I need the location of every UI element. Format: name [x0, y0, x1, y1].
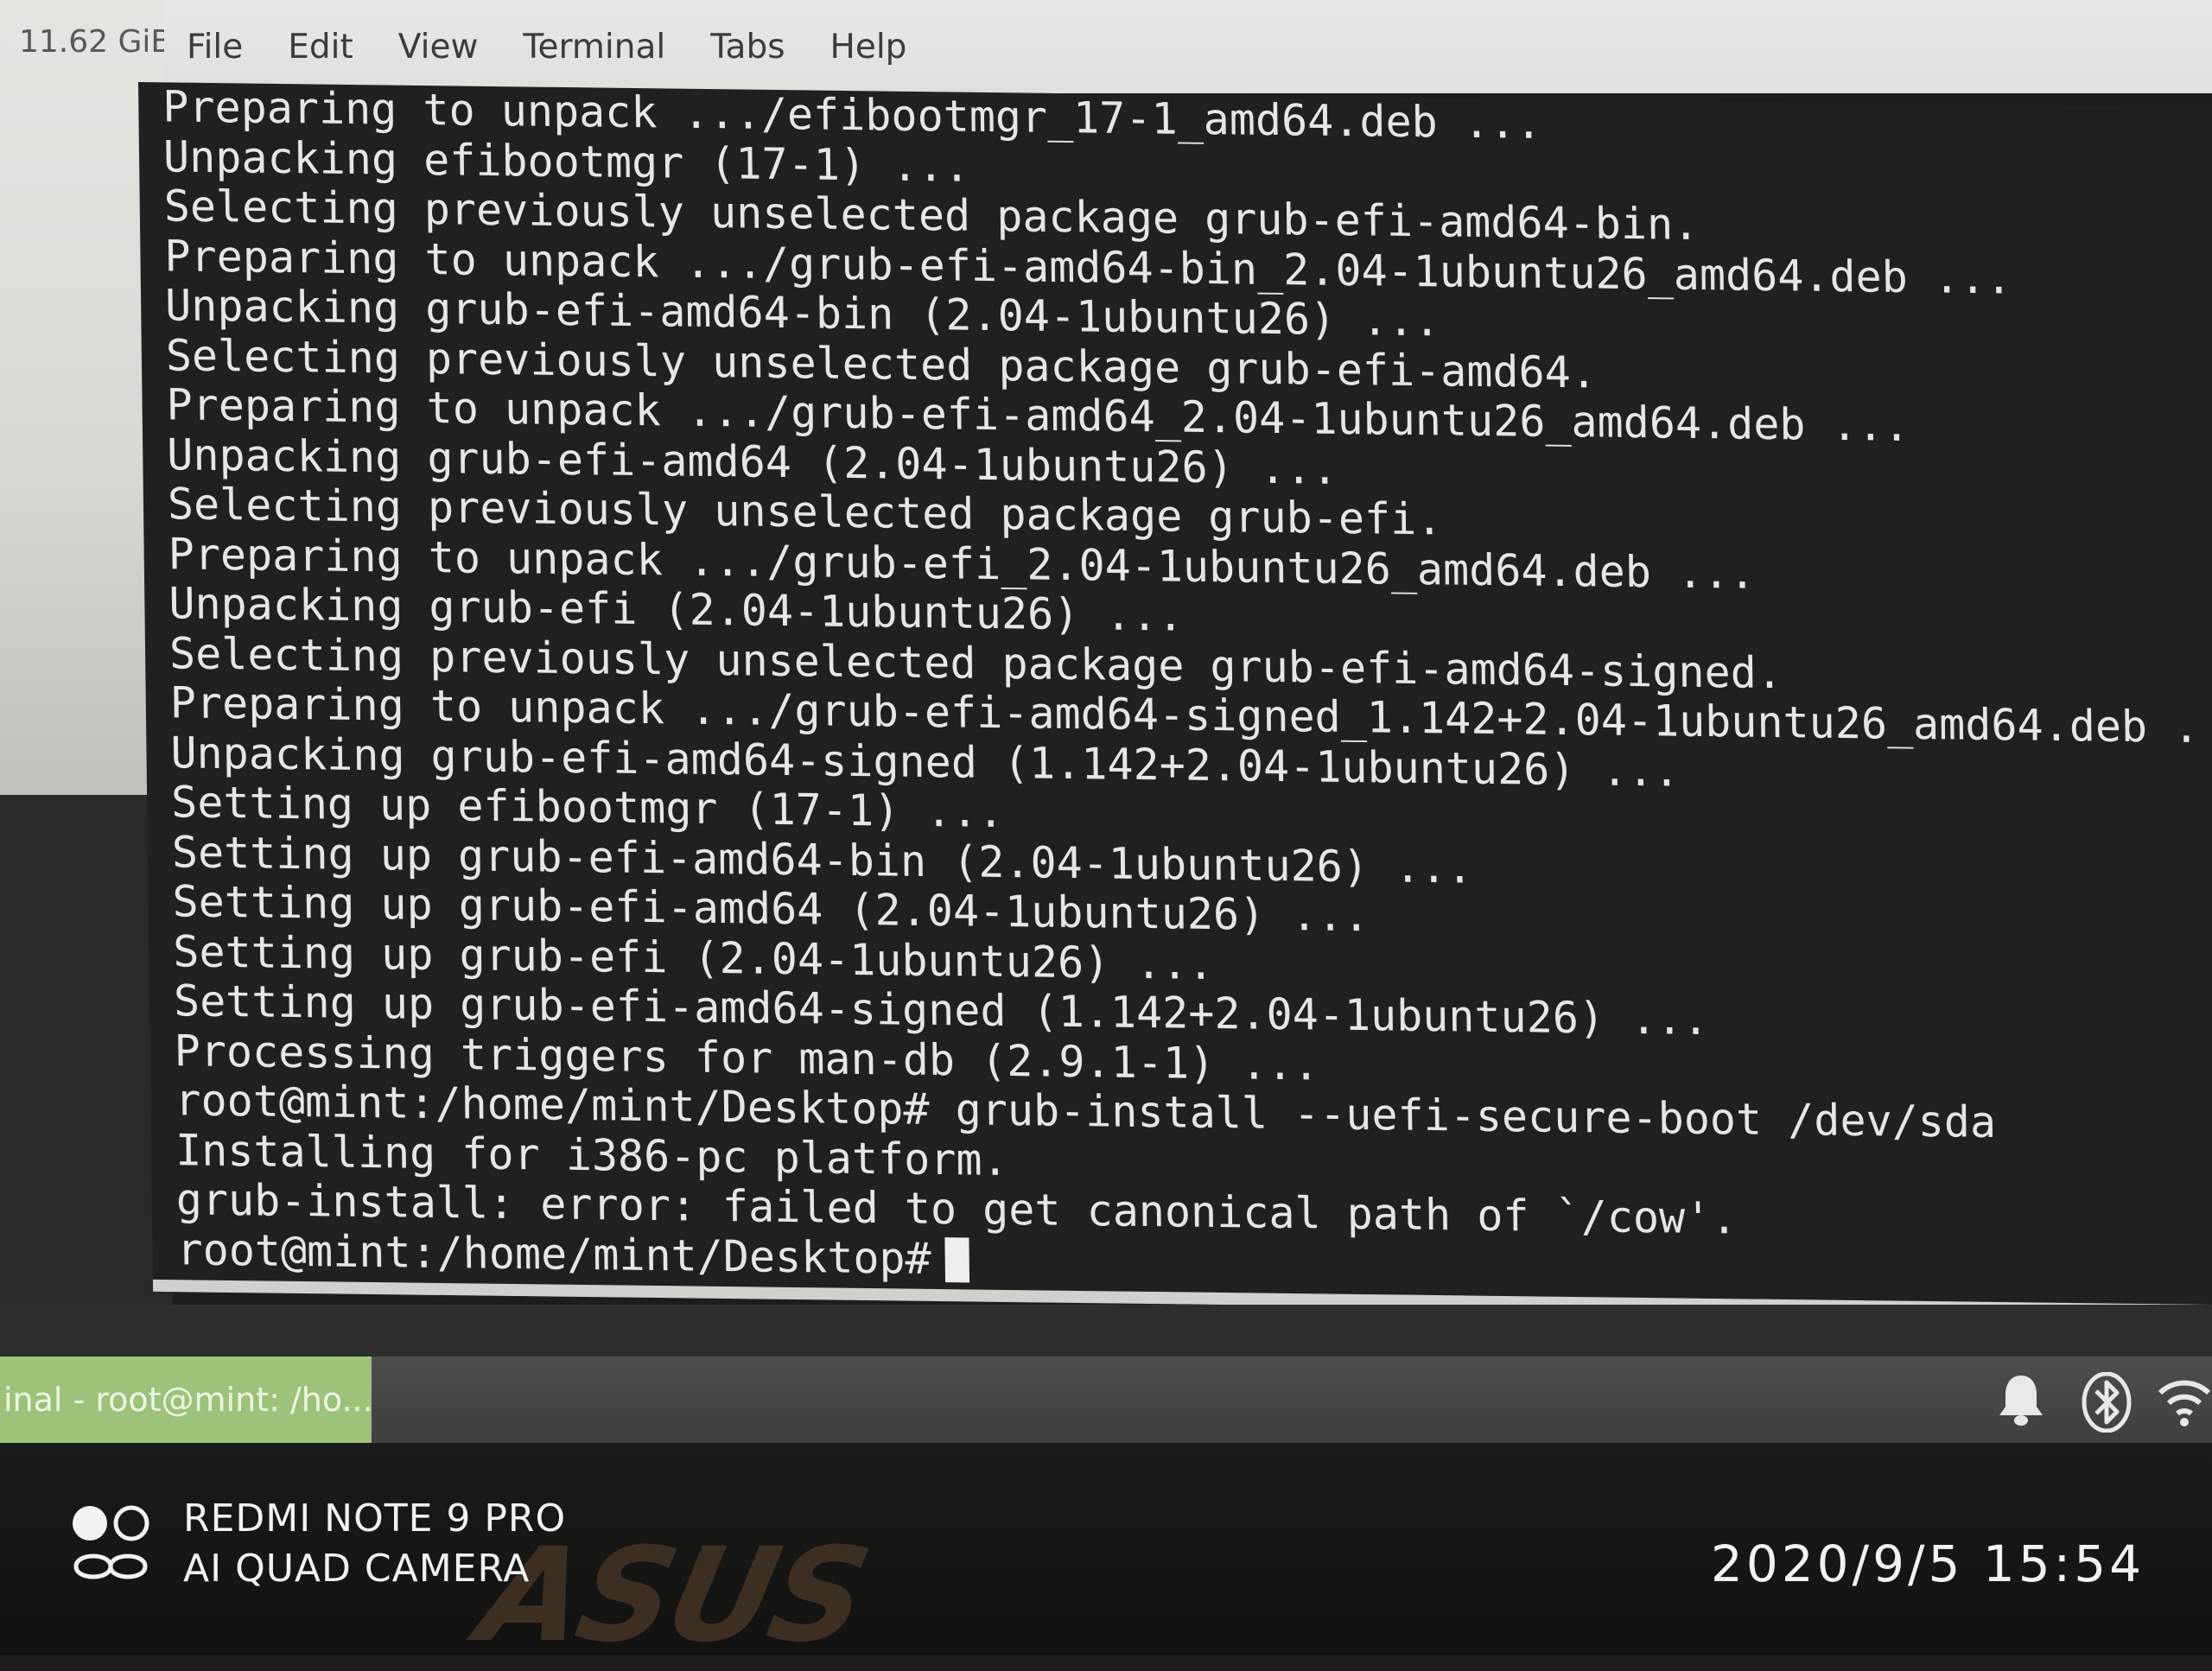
terminal-output-area[interactable]: Preparing to unpack .../efibootmgr_17-1_… — [138, 81, 2212, 1318]
bell-icon[interactable] — [1996, 1372, 2046, 1431]
disk-size-label: 11.62 GiB — [19, 24, 173, 60]
desktop-shadow-area — [0, 795, 173, 1356]
terminal-lines: Preparing to unpack .../efibootmgr_17-1_… — [162, 81, 2206, 1299]
watermark-camera: AI QUAD CAMERA — [183, 1547, 531, 1591]
brand-logo: ASUS — [467, 1521, 879, 1671]
taskbar-panel: inal - root@mint: /ho... — [0, 1356, 2212, 1443]
taskbar-window-button[interactable]: inal - root@mint: /ho... — [0, 1356, 372, 1443]
menu-file[interactable]: File — [187, 28, 243, 67]
bluetooth-icon[interactable] — [2081, 1371, 2133, 1436]
taskbar-window-label: inal - root@mint: /ho... — [3, 1381, 372, 1419]
shell-prompt: root@mint:/home/mint/Desktop# — [176, 1223, 932, 1284]
terminal-menubar: File Edit View Terminal Tabs Help — [164, 0, 2212, 93]
menu-view[interactable]: View — [398, 28, 479, 67]
menu-tabs[interactable]: Tabs — [710, 28, 785, 67]
menu-help[interactable]: Help — [830, 28, 907, 67]
watermark-model: REDMI NOTE 9 PRO — [183, 1496, 567, 1541]
menu-terminal[interactable]: Terminal — [523, 28, 665, 67]
camera-lens-icon — [69, 1499, 156, 1589]
text-cursor — [944, 1236, 970, 1282]
desktop-gap — [0, 1305, 2212, 1356]
wifi-icon[interactable] — [2157, 1372, 2212, 1431]
menu-edit[interactable]: Edit — [288, 28, 353, 67]
watermark-datetime: 2020/9/5 15:54 — [1710, 1534, 2145, 1593]
